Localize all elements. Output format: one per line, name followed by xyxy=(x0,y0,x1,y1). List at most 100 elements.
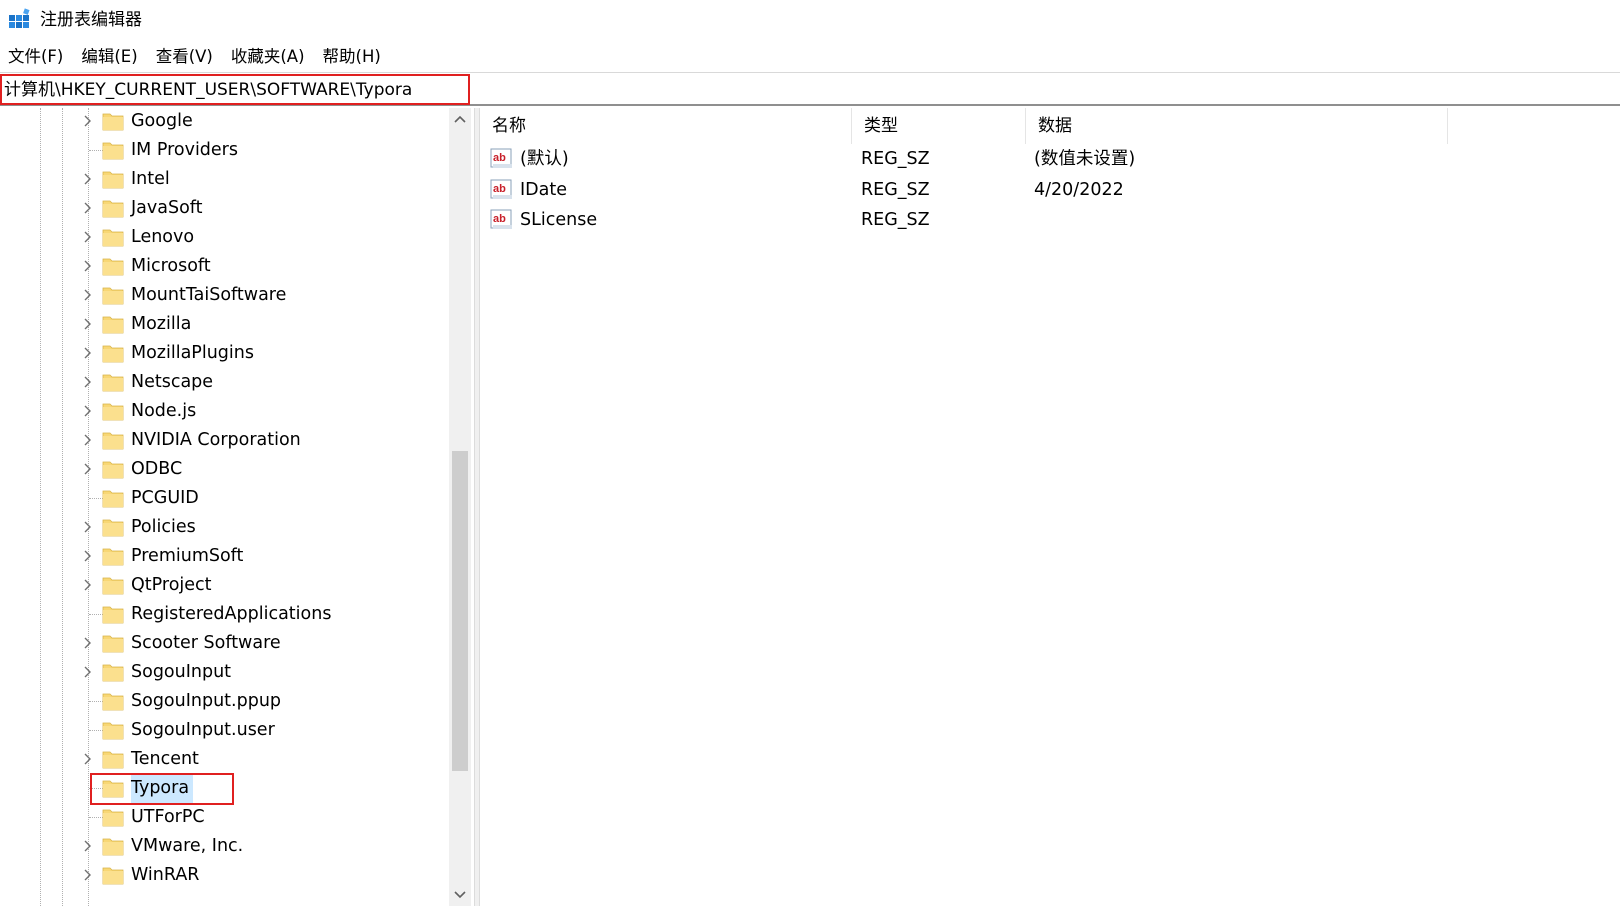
tree-node[interactable]: Policies xyxy=(80,512,440,542)
chevron-right-icon[interactable] xyxy=(80,751,96,767)
tree-node[interactable]: PCGUID xyxy=(80,483,440,513)
tree-node[interactable]: Microsoft xyxy=(80,251,440,281)
tree-node-label[interactable]: MozillaPlugins xyxy=(131,338,258,368)
tree-guide-line xyxy=(62,108,63,906)
tree-node[interactable]: UTForPC xyxy=(80,802,440,832)
chevron-right-icon[interactable] xyxy=(80,229,96,245)
scroll-down-button[interactable] xyxy=(449,884,471,906)
tree-node-label[interactable]: Google xyxy=(131,108,197,136)
chevron-right-icon[interactable] xyxy=(80,519,96,535)
chevron-right-icon[interactable] xyxy=(80,432,96,448)
tree-node-label[interactable]: Microsoft xyxy=(131,251,215,281)
value-type: REG_SZ xyxy=(861,149,930,169)
chevron-right-icon[interactable] xyxy=(80,258,96,274)
tree-node-label[interactable]: Tencent xyxy=(131,744,203,774)
tree-node-label[interactable]: ODBC xyxy=(131,454,186,484)
chevron-right-icon[interactable] xyxy=(80,200,96,216)
tree-node-label[interactable]: SogouInput.ppup xyxy=(131,686,285,716)
chevron-right-icon[interactable] xyxy=(80,374,96,390)
tree-node[interactable]: Mozilla xyxy=(80,309,440,339)
menu-item-2[interactable]: 查看(V) xyxy=(148,42,223,72)
chevron-right-icon[interactable] xyxy=(80,867,96,883)
tree-node-label[interactable]: Mozilla xyxy=(131,309,195,339)
tree-node[interactable]: SogouInput.ppup xyxy=(80,686,440,716)
chevron-right-icon[interactable] xyxy=(80,635,96,651)
tree-node[interactable]: Netscape xyxy=(80,367,440,397)
string-value-icon: ab xyxy=(490,179,514,201)
tree-node[interactable]: SogouInput xyxy=(80,657,440,687)
tree-node[interactable]: MountTaiSoftware xyxy=(80,280,440,310)
tree-node[interactable]: NVIDIA Corporation xyxy=(80,425,440,455)
tree-node-label[interactable]: Scooter Software xyxy=(131,628,285,658)
list-row[interactable]: ab IDate REG_SZ 4/20/2022 xyxy=(480,175,1620,206)
tree-node[interactable]: ODBC xyxy=(80,454,440,484)
column-header-type[interactable]: 类型 xyxy=(852,108,1026,144)
chevron-right-icon[interactable] xyxy=(80,113,96,129)
scroll-thumb[interactable] xyxy=(452,451,468,771)
tree-node[interactable]: Tencent xyxy=(80,744,440,774)
address-bar[interactable]: 计算机\HKEY_CURRENT_USER\SOFTWARE\Typora xyxy=(0,74,1620,106)
scroll-up-button[interactable] xyxy=(449,108,471,130)
tree-node[interactable]: QtProject xyxy=(80,570,440,600)
tree-node-label[interactable]: PremiumSoft xyxy=(131,541,247,571)
chevron-right-icon[interactable] xyxy=(80,403,96,419)
tree-node[interactable]: Google xyxy=(80,108,440,136)
tree-node[interactable]: MozillaPlugins xyxy=(80,338,440,368)
tree-node-label[interactable]: NVIDIA Corporation xyxy=(131,425,305,455)
tree-node[interactable]: RegisteredApplications xyxy=(80,599,440,629)
string-value-icon: ab xyxy=(490,209,514,231)
tree-node[interactable]: Intel xyxy=(80,164,440,194)
tree-node[interactable]: WinRAR xyxy=(80,860,440,890)
chevron-right-icon[interactable] xyxy=(80,316,96,332)
column-header-data[interactable]: 数据 xyxy=(1026,108,1448,144)
column-header-name[interactable]: 名称 xyxy=(480,108,852,144)
tree-connector xyxy=(89,701,103,702)
tree-node[interactable]: JavaSoft xyxy=(80,193,440,223)
tree-node[interactable]: IM Providers xyxy=(80,135,440,165)
tree-node-label[interactable]: UTForPC xyxy=(131,802,209,832)
chevron-right-icon[interactable] xyxy=(80,287,96,303)
tree-node[interactable]: PremiumSoft xyxy=(80,541,440,571)
menu-item-1[interactable]: 编辑(E) xyxy=(73,42,147,72)
chevron-right-icon[interactable] xyxy=(80,345,96,361)
tree-node[interactable]: Node.js xyxy=(80,396,440,426)
tree-node-label[interactable]: Netscape xyxy=(131,367,217,397)
chevron-right-icon[interactable] xyxy=(80,548,96,564)
tree-node-label[interactable]: Intel xyxy=(131,164,174,194)
tree-node-label[interactable]: PCGUID xyxy=(131,483,203,513)
folder-icon xyxy=(102,690,124,712)
tree-node-label[interactable]: SogouInput xyxy=(131,657,235,687)
chevron-right-icon[interactable] xyxy=(80,461,96,477)
folder-icon xyxy=(102,603,124,625)
tree-node-label[interactable]: JavaSoft xyxy=(131,193,207,223)
chevron-right-icon[interactable] xyxy=(80,577,96,593)
tree-node-label[interactable]: Lenovo xyxy=(131,222,198,252)
tree-node-label[interactable]: QtProject xyxy=(131,570,216,600)
folder-icon xyxy=(102,255,124,277)
tree-node[interactable]: Scooter Software xyxy=(80,628,440,658)
list-row[interactable]: ab SLicense REG_SZ xyxy=(480,205,1620,236)
menu-item-0[interactable]: 文件(F) xyxy=(0,42,73,72)
tree-node-label[interactable]: IM Providers xyxy=(131,135,242,165)
chevron-right-icon[interactable] xyxy=(80,171,96,187)
tree-node-label[interactable]: MountTaiSoftware xyxy=(131,280,290,310)
menu-item-3[interactable]: 收藏夹(A) xyxy=(223,42,315,72)
folder-icon xyxy=(102,226,124,248)
tree-node-label[interactable]: Node.js xyxy=(131,396,200,426)
menu-item-4[interactable]: 帮助(H) xyxy=(315,42,391,72)
tree-node-label[interactable]: RegisteredApplications xyxy=(131,599,335,629)
tree-node[interactable]: SogouInput.user xyxy=(80,715,440,745)
tree-node-label[interactable]: VMware, Inc. xyxy=(131,831,247,861)
folder-icon xyxy=(102,632,124,654)
chevron-right-icon[interactable] xyxy=(80,838,96,854)
tree-scrollbar[interactable] xyxy=(449,108,471,906)
tree-guide-line xyxy=(40,108,41,906)
tree-node[interactable]: Lenovo xyxy=(80,222,440,252)
tree-node-label[interactable]: WinRAR xyxy=(131,860,203,890)
chevron-right-icon[interactable] xyxy=(80,664,96,680)
tree-node-label[interactable]: SogouInput.user xyxy=(131,715,279,745)
tree-node-label[interactable]: Policies xyxy=(131,512,200,542)
tree-node[interactable]: VMware, Inc. xyxy=(80,831,440,861)
list-row[interactable]: ab (默认) REG_SZ (数值未设置) xyxy=(480,144,1620,175)
tree-connector xyxy=(89,614,103,615)
